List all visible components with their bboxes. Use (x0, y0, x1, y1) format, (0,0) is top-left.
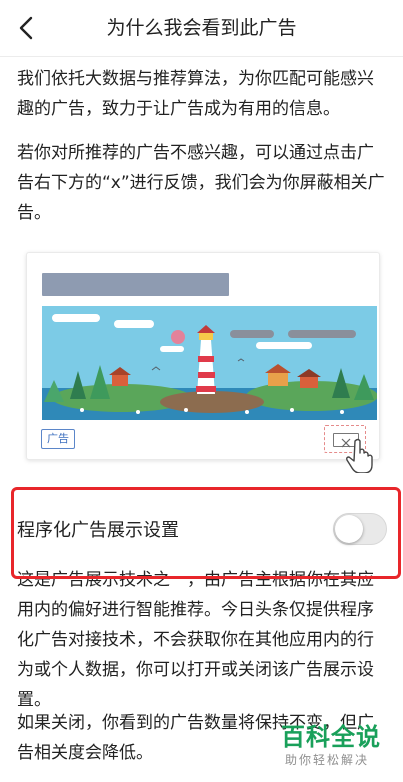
toggle-knob (335, 515, 363, 543)
watermark-title: 百科全说 (281, 723, 381, 751)
intro-paragraph: 我们依托大数据与推荐算法，为你匹配可能感兴趣的广告，致力于让广告成为有用的信息。 (17, 69, 374, 119)
page-title: 为什么我会看到此广告 (106, 17, 297, 39)
seaside-lighthouse-illustration (42, 306, 377, 420)
programmatic-ad-toggle[interactable] (333, 513, 387, 545)
programmatic-ad-setting-row: 程序化广告展示设置 (0, 490, 403, 574)
top-bar: 为什么我会看到此广告 (0, 0, 403, 57)
ad-example-illustration: 广告 (26, 252, 380, 473)
ad-title-placeholder (42, 273, 229, 296)
hand-pointer-icon (346, 438, 373, 473)
feedback-paragraph: 若你对所推荐的广告不感兴趣，可以通过点击广告右下方的“x”进行反馈，我们会为你屏… (17, 143, 385, 223)
watermark-subtitle: 助你轻松解决 (285, 753, 370, 767)
ad-tag: 广告 (41, 429, 75, 449)
setting-label: 程序化广告展示设置 (17, 520, 179, 541)
explanation-paragraph: 这是广告展示技术之一，由广告主根据你在其应用内的偏好进行智能推荐。今日头条仅提供… (17, 570, 374, 710)
